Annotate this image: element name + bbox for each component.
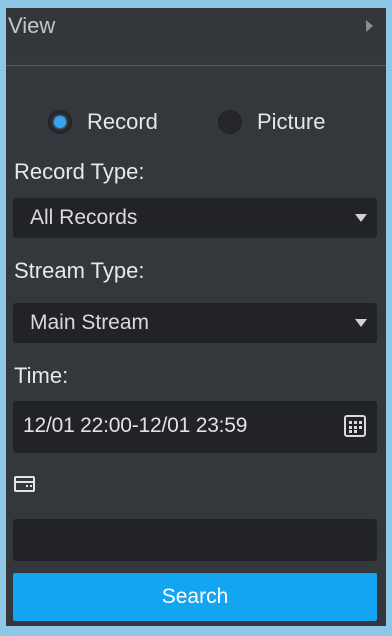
radio-record-indicator[interactable] [48,110,72,134]
chevron-down-icon[interactable] [355,214,367,222]
time-range-field[interactable]: 12/01 22:00-12/01 23:59 [13,401,377,453]
radio-record[interactable]: Record [48,107,158,137]
chevron-down-icon[interactable] [355,319,367,327]
view-title: View [8,13,56,38]
mode-radio-group: Record Picture [6,107,386,137]
record-type-value: All Records [30,206,138,229]
time-label: Time: [14,363,69,388]
stream-type-select[interactable]: Main Stream [13,303,377,343]
stream-type-value: Main Stream [30,311,150,334]
calendar-icon[interactable] [344,415,366,437]
record-type-select[interactable]: All Records [13,198,377,238]
card-number-input[interactable] [13,519,377,561]
radio-record-label: Record [87,109,158,134]
radio-picture-label: Picture [257,109,326,134]
time-range-value: 12/01 22:00-12/01 23:59 [23,414,248,437]
view-header[interactable]: View [6,8,386,54]
header-divider [6,65,386,66]
radio-picture-indicator[interactable] [218,110,242,134]
stream-type-label: Stream Type: [14,258,145,283]
caret-right-icon[interactable] [366,20,373,32]
card-icon [14,476,35,492]
search-button[interactable]: Search [13,573,377,621]
playback-search-panel: View Record Picture Record Type: All Rec… [6,8,386,626]
record-type-label: Record Type: [14,159,145,184]
radio-picture[interactable]: Picture [218,107,325,137]
